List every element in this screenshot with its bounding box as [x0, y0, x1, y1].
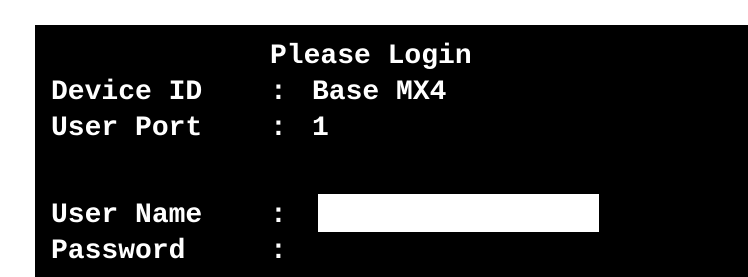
device-id-value: Base MX4 — [312, 77, 447, 108]
user-port-separator: : — [270, 113, 287, 144]
user-name-label: User Name — [51, 200, 203, 231]
login-title: Please Login — [270, 41, 472, 72]
login-screen: Please Login Device ID: Base MX4 User Por… — [35, 25, 748, 277]
user-port-row: User Port:1 — [51, 112, 329, 146]
user-name-input[interactable] — [318, 194, 599, 232]
password-row: Password: — [51, 235, 312, 269]
password-separator: : — [270, 236, 287, 267]
password-input[interactable] — [318, 236, 599, 270]
device-id-row: Device ID: Base MX4 — [51, 76, 446, 110]
device-id-label: Device ID — [51, 77, 203, 108]
device-id-separator: : — [270, 77, 287, 108]
user-port-label: User Port — [51, 113, 203, 144]
password-label: Password — [51, 236, 186, 267]
user-name-separator: : — [270, 200, 287, 231]
user-name-row: User Name: — [51, 199, 312, 233]
user-port-value: 1 — [312, 113, 329, 144]
